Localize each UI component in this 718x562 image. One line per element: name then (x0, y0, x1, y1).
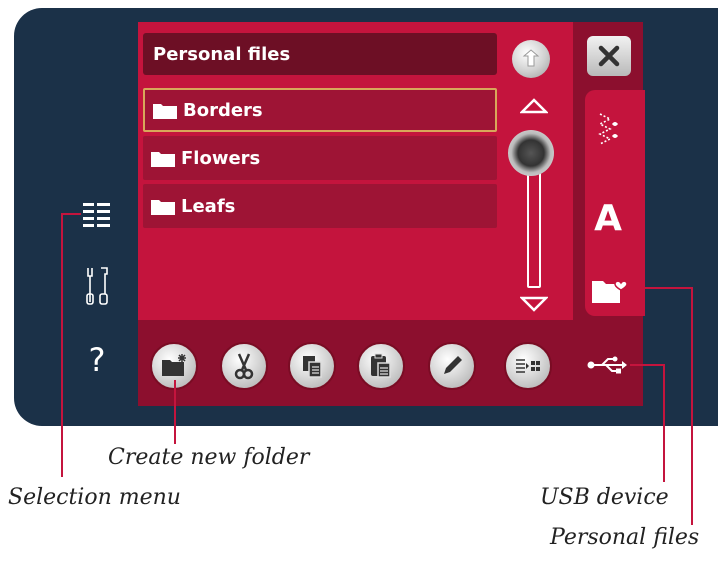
list-grid-icon (516, 359, 540, 373)
help-button[interactable]: ? (82, 340, 112, 380)
label-selection-menu: Selection menu (8, 485, 181, 510)
tab-fonts[interactable]: A (588, 196, 628, 240)
copy-button[interactable] (288, 342, 336, 390)
cut-button[interactable] (220, 342, 268, 390)
stitch-icon (598, 113, 618, 145)
tools-icon (86, 267, 108, 305)
folder-icon (151, 199, 175, 215)
callout-line-usb-tick (630, 364, 665, 366)
callout-line-personal-tick (640, 287, 693, 289)
list-item[interactable]: Leafs (143, 184, 497, 228)
paste-button[interactable] (357, 342, 405, 390)
folder-icon (151, 151, 175, 167)
scroll-down-arrow[interactable] (520, 296, 548, 312)
list-item-label: Flowers (181, 147, 261, 169)
list-item-label: Borders (183, 99, 263, 121)
label-create-new-folder: Create new folder (108, 445, 310, 470)
scroll-up-arrow[interactable] (520, 98, 548, 114)
tab-usb-device[interactable] (584, 352, 630, 378)
list-item[interactable]: Borders (143, 88, 497, 132)
paste-icon (371, 353, 391, 378)
pencil-icon (444, 356, 462, 374)
folder-heart-icon (592, 280, 628, 303)
page-title: Personal files (143, 33, 497, 75)
usb-icon (587, 356, 627, 374)
callout-line-selection-menu (61, 213, 63, 477)
scrollbar-thumb[interactable] (508, 130, 554, 176)
question-icon: ? (88, 341, 106, 379)
tab-stitches[interactable] (592, 108, 626, 152)
callout-line-usb (663, 364, 665, 482)
list-item[interactable]: Flowers (143, 136, 497, 180)
callout-line-create-folder (174, 380, 176, 444)
rename-button[interactable] (428, 342, 476, 390)
label-usb-device: USB device (540, 485, 669, 510)
view-toggle-button[interactable] (504, 342, 552, 390)
list-item-label: Leafs (181, 195, 236, 217)
close-icon (598, 45, 620, 67)
arrow-up-icon (522, 49, 540, 67)
close-button[interactable] (587, 36, 631, 76)
label-personal-files: Personal files (550, 525, 700, 550)
callout-line-selection-menu-tick (61, 213, 81, 215)
parent-folder-button[interactable] (512, 40, 550, 78)
tab-personal-files[interactable] (590, 272, 630, 308)
list-icon (83, 203, 110, 227)
callout-line-personal (691, 287, 693, 525)
font-icon: A (594, 197, 622, 239)
selection-menu-button[interactable] (82, 200, 112, 230)
new-folder-icon (162, 354, 186, 376)
tools-button[interactable] (82, 264, 112, 308)
folder-icon (153, 103, 177, 119)
copy-icon (303, 356, 322, 378)
scissors-icon (234, 353, 254, 380)
scrollbar-track[interactable] (527, 170, 541, 288)
